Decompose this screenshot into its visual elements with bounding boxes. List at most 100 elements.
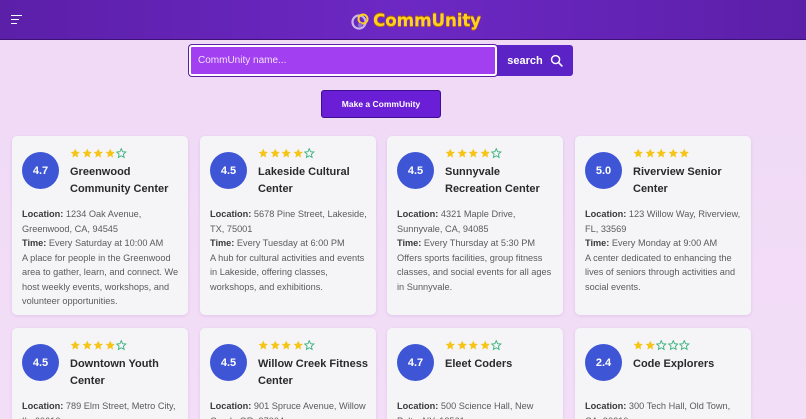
star-filled-icon bbox=[656, 148, 666, 158]
community-description: A hub for cultural activities and events… bbox=[210, 252, 365, 292]
star-empty-icon bbox=[304, 148, 315, 159]
star-filled-icon bbox=[105, 148, 115, 158]
community-name: Eleet Coders bbox=[445, 358, 513, 370]
location-label: Location: bbox=[22, 209, 64, 219]
community-card[interactable]: 4.7 Greenwood Community Center Location: 1… bbox=[12, 136, 188, 315]
time-value: Every Tuesday at 6:00 PM bbox=[236, 238, 345, 248]
community-card[interactable]: 4.5 Willow Creek Fitness Center Location: … bbox=[200, 328, 376, 419]
location-label: Location: bbox=[210, 209, 252, 219]
star-filled-icon bbox=[457, 148, 467, 158]
star-empty-icon bbox=[304, 340, 315, 351]
star-filled-icon bbox=[480, 148, 490, 158]
time-label: Time: bbox=[397, 238, 422, 248]
star-empty-icon bbox=[679, 340, 690, 351]
community-details: Location: 5678 Pine Street, Lakeside, TX… bbox=[210, 207, 370, 294]
brand[interactable]: CommUnity bbox=[351, 9, 481, 33]
star-filled-icon bbox=[293, 148, 303, 158]
logo-icon bbox=[351, 13, 369, 30]
search-button[interactable]: search bbox=[497, 45, 573, 76]
star-rating bbox=[258, 340, 315, 351]
location-label: Location: bbox=[210, 401, 252, 411]
community-card[interactable]: 4.5 Downtown Youth Center Location: 789 El… bbox=[12, 328, 188, 419]
star-filled-icon bbox=[645, 340, 655, 350]
star-rating bbox=[70, 340, 127, 351]
rating-badge: 4.5 bbox=[22, 344, 59, 381]
brand-name: CommUnity bbox=[373, 11, 481, 31]
location-label: Location: bbox=[22, 401, 64, 411]
star-filled-icon bbox=[445, 148, 455, 158]
star-empty-icon bbox=[116, 340, 127, 351]
star-rating bbox=[445, 340, 502, 351]
star-filled-icon bbox=[93, 340, 103, 350]
make-community-button[interactable]: Make a CommUnity bbox=[321, 90, 441, 118]
star-filled-icon bbox=[480, 340, 490, 350]
location-label: Location: bbox=[397, 209, 439, 219]
star-filled-icon bbox=[457, 340, 467, 350]
community-details: Location: 1234 Oak Avenue, Greenwood, CA… bbox=[22, 207, 182, 309]
rating-badge: 4.5 bbox=[397, 152, 434, 189]
star-filled-icon bbox=[70, 340, 80, 350]
community-card[interactable]: 4.5 Lakeside Cultural Center Location: 567… bbox=[200, 136, 376, 315]
location-label: Location: bbox=[585, 401, 627, 411]
search-button-label: search bbox=[507, 54, 543, 67]
community-card[interactable]: 4.7 Eleet Coders Location: 500 Science Hal… bbox=[387, 328, 563, 419]
star-empty-icon bbox=[667, 340, 678, 351]
rating-badge: 2.4 bbox=[585, 344, 622, 381]
community-card[interactable]: 2.4 Code Explorers Location: 300 Tech Hall… bbox=[575, 328, 751, 419]
community-details: Location: 901 Spruce Avenue, Willow Cree… bbox=[210, 399, 370, 419]
star-filled-icon bbox=[633, 340, 643, 350]
community-description: A center dedicated to enhancing the live… bbox=[585, 252, 736, 292]
location-label: Location: bbox=[397, 401, 439, 411]
rating-badge: 4.7 bbox=[22, 152, 59, 189]
time-value: Every Thursday at 5:30 PM bbox=[423, 238, 536, 248]
star-filled-icon bbox=[468, 340, 478, 350]
star-empty-icon bbox=[491, 148, 502, 159]
community-name: Downtown Youth Center bbox=[70, 358, 159, 387]
star-rating bbox=[633, 340, 690, 351]
star-filled-icon bbox=[679, 148, 689, 158]
search-icon bbox=[550, 54, 563, 67]
star-filled-icon bbox=[281, 340, 291, 350]
search-input[interactable] bbox=[189, 45, 497, 76]
community-details: Location: 4321 Maple Drive, Sunnyvale, C… bbox=[397, 207, 557, 294]
community-name: Riverview Senior Center bbox=[633, 166, 722, 195]
star-filled-icon bbox=[668, 148, 678, 158]
star-filled-icon bbox=[445, 340, 455, 350]
community-card[interactable]: 4.5 Sunnyvale Recreation Center Location: … bbox=[387, 136, 563, 315]
rating-badge: 4.7 bbox=[397, 344, 434, 381]
star-rating bbox=[445, 148, 502, 159]
star-filled-icon bbox=[645, 148, 655, 158]
community-name: Greenwood Community Center bbox=[70, 166, 169, 195]
star-filled-icon bbox=[258, 148, 268, 158]
menu-icon[interactable] bbox=[11, 15, 22, 24]
star-filled-icon bbox=[293, 340, 303, 350]
star-filled-icon bbox=[105, 340, 115, 350]
star-filled-icon bbox=[270, 148, 280, 158]
star-filled-icon bbox=[633, 148, 643, 158]
community-details: Location: 123 Willow Way, Riverview, FL,… bbox=[585, 207, 745, 294]
community-name: Code Explorers bbox=[633, 358, 715, 370]
star-filled-icon bbox=[82, 148, 92, 158]
community-description: A place for people in the Greenwood area… bbox=[22, 252, 179, 307]
rating-badge: 4.5 bbox=[210, 152, 247, 189]
star-empty-icon bbox=[491, 340, 502, 351]
community-description: Offers sports facilities, group fitness … bbox=[397, 252, 552, 292]
top-navbar: CommUnity bbox=[0, 0, 806, 40]
star-rating bbox=[258, 148, 315, 159]
time-value: Every Monday at 9:00 AM bbox=[611, 238, 718, 248]
star-filled-icon bbox=[468, 148, 478, 158]
star-filled-icon bbox=[93, 148, 103, 158]
community-card[interactable]: 5.0 Riverview Senior Center Location: 123 … bbox=[575, 136, 751, 315]
time-label: Time: bbox=[585, 238, 610, 248]
star-filled-icon bbox=[270, 340, 280, 350]
time-label: Time: bbox=[22, 238, 47, 248]
time-value: Every Saturday at 10:00 AM bbox=[48, 238, 164, 248]
star-filled-icon bbox=[70, 148, 80, 158]
community-name: Lakeside Cultural Center bbox=[258, 166, 350, 195]
community-details: Location: 500 Science Hall, New Paltz, N… bbox=[397, 399, 557, 419]
community-details: Location: 789 Elm Street, Metro City, IL… bbox=[22, 399, 182, 419]
star-empty-icon bbox=[116, 148, 127, 159]
star-rating bbox=[70, 148, 127, 159]
star-filled-icon bbox=[281, 148, 291, 158]
star-rating bbox=[633, 148, 690, 159]
